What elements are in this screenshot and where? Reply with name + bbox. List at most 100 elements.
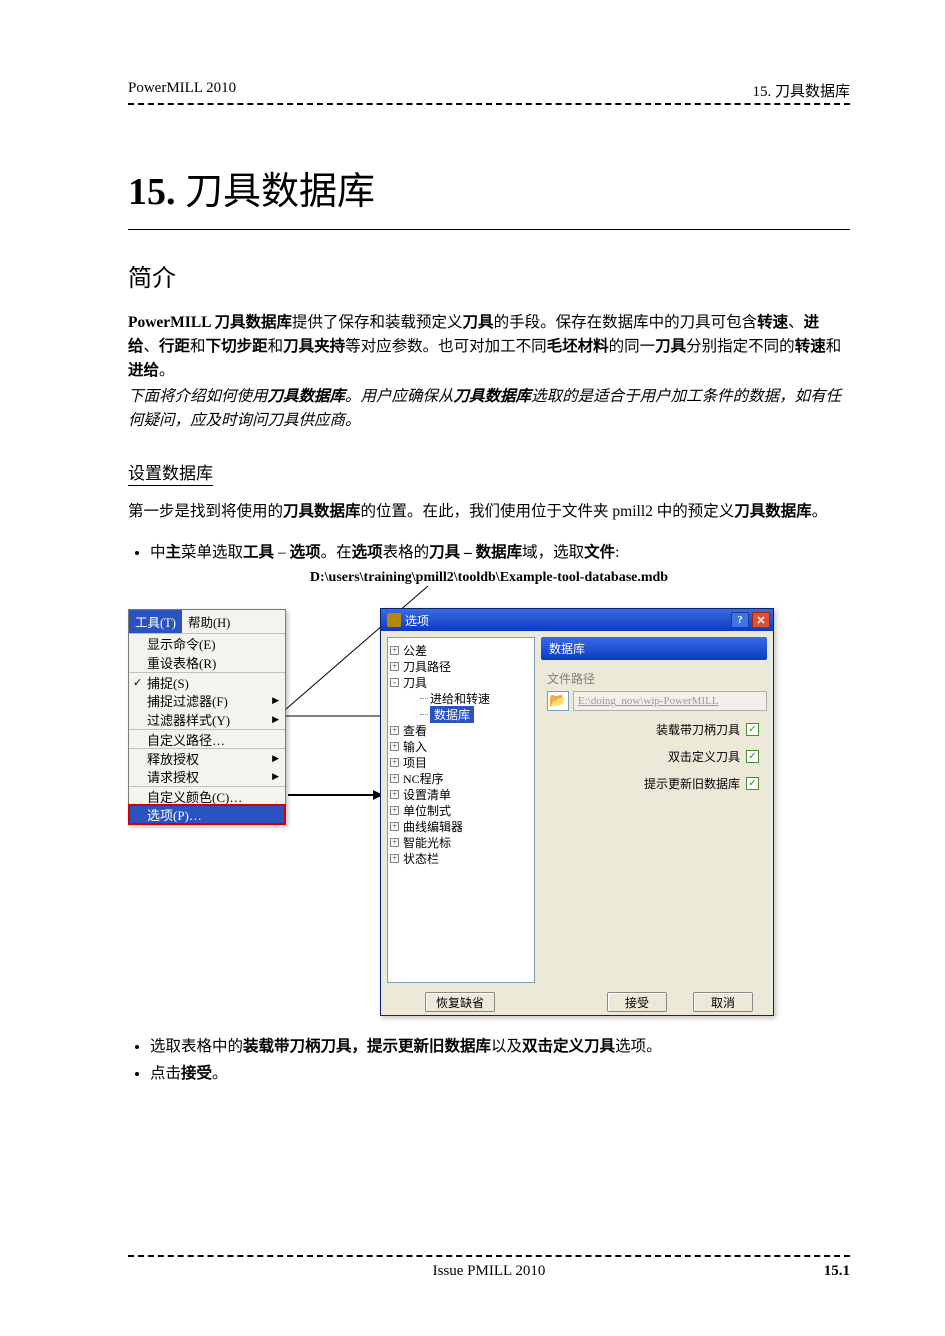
expand-icon[interactable]: + [390,854,399,863]
expand-icon[interactable]: + [390,758,399,767]
tree-item[interactable]: + 设置清单 [390,786,532,802]
reset-button[interactable]: 恢复缺省 [425,992,495,1012]
check-update-db[interactable]: 提示更新旧数据库 ✓ [541,775,759,792]
divider [128,229,850,230]
app-icon [387,613,401,627]
example-path: D:\users\training\pmill2\tooldb\Example-… [128,570,850,586]
submenu-arrow-icon: ▶ [272,753,279,764]
tree-item-label: 设置清单 [403,786,451,803]
tree-item-label: 进给和转速 [430,690,490,707]
menu-item-label: 过滤器样式(Y) [147,710,230,729]
tree-item[interactable]: + 曲线编辑器 [390,818,532,834]
help-button[interactable]: ? [731,612,749,628]
chapter-name: 刀具数据库 [185,171,375,213]
dialog-footer: 恢复缺省 接受 取消 [381,987,773,1017]
tree-item[interactable]: + 状态栏 [390,850,532,866]
page-header: PowerMILL 2010 15. 刀具数据库 [128,80,850,105]
tree-item[interactable]: +智能光标 [390,834,532,850]
footer-page-number: 15.1 [824,1263,850,1280]
tree-item[interactable]: + NC程序 [390,770,532,786]
menu-tab-help[interactable]: 帮助(H) [182,610,236,633]
tree-branch-icon [420,714,428,715]
setup-paragraph: 第一步是找到将使用的刀具数据库的位置。在此，我们使用位于文件夹 pmill2 中… [128,500,850,524]
expand-icon[interactable]: + [390,822,399,831]
menu-item-label: 释放授权 [147,749,199,768]
dialog-titlebar: 选项 ? ✕ [381,609,773,631]
tree-branch-icon [420,698,428,699]
bullet-step-2: 选取表格中的装载带刀柄刀具，提示更新旧数据库以及双击定义刀具选项。 [150,1034,850,1060]
tree-item[interactable]: + 刀具路径 [390,658,532,674]
menu-item[interactable]: 释放授权 ▶ [129,748,285,767]
menu-item[interactable]: 显示命令(E) [129,634,285,653]
menu-item-label: 选项(P)… [147,805,202,824]
tree-item[interactable]: +单位制式 [390,802,532,818]
expand-icon[interactable]: + [390,662,399,671]
tree-item[interactable]: 数据库 [390,706,532,722]
check-label-3: 提示更新旧数据库 [644,775,740,792]
tools-menu: 工具(T) 帮助(H) 显示命令(E)重设表格(R)捕捉(S)捕捉过滤器(F)▶… [128,609,286,825]
tree-item[interactable]: + 项目 [390,754,532,770]
tree-item[interactable]: -刀具 [390,674,532,690]
tree-item[interactable]: 进给和转速 [390,690,532,706]
tree-item[interactable]: + 公差 [390,642,532,658]
chapter-title: 15. 刀具数据库 [128,160,850,215]
footer-issue: Issue PMILL 2010 [433,1263,546,1280]
tree-item-label: 曲线编辑器 [403,818,463,835]
expand-icon[interactable]: + [390,726,399,735]
chapter-number: 15. [128,171,176,213]
expand-icon[interactable]: + [390,742,399,751]
menu-item-label: 自定义路径… [147,730,225,749]
expand-icon[interactable]: + [390,838,399,847]
tree-item[interactable]: + 输入 [390,738,532,754]
tree-item-label: NC程序 [403,770,444,787]
close-button[interactable]: ✕ [752,612,770,628]
options-content: 数据库 文件路径 📂 E:\doing_now\wip-PowerMILL 装载… [541,637,767,983]
options-tree[interactable]: +公差+刀具路径-刀具进给和转速数据库+查看+输入+项目+NC程序+设置清单+单… [387,637,535,983]
tree-item-label: 输入 [403,738,427,755]
expand-icon[interactable]: + [390,646,399,655]
accept-button[interactable]: 接受 [607,992,667,1012]
menu-item[interactable]: 自定义颜色(C)… [129,786,285,805]
section-intro: 简介 [128,258,850,293]
path-input[interactable]: E:\doing_now\wip-PowerMILL [573,691,767,711]
expand-icon[interactable]: + [390,774,399,783]
check-label-2: 双击定义刀具 [668,748,740,765]
menu-item[interactable]: 请求授权▶ [129,767,285,786]
check-dblclick-define[interactable]: 双击定义刀具 ✓ [541,748,759,765]
menu-item-label: 自定义颜色(C)… [147,787,242,806]
tree-item-label: 刀具路径 [403,658,451,675]
menu-item[interactable]: 自定义路径… [129,729,285,748]
cancel-button[interactable]: 取消 [693,992,753,1012]
group-header: 数据库 [541,637,767,660]
menu-item[interactable]: 选项(P)… [129,805,285,824]
menu-item-label: 请求授权 [147,767,199,786]
collapse-icon[interactable]: - [390,678,399,687]
checkbox-icon[interactable]: ✓ [746,777,759,790]
checkbox-icon[interactable]: ✓ [746,750,759,763]
menu-item[interactable]: 捕捉过滤器(F)▶ [129,691,285,710]
menu-item-label: 重设表格(R) [147,653,216,672]
menu-tab-tool[interactable]: 工具(T) [129,610,182,633]
tree-item-label: 公差 [403,642,427,659]
checkbox-icon[interactable]: ✓ [746,723,759,736]
intro-note: 下面将介绍如何使用刀具数据库。用户应确保从刀具数据库选取的是适合于用户加工条件的… [128,385,850,433]
menu-item-label: 捕捉过滤器(F) [147,691,228,710]
menu-item[interactable]: 过滤器样式(Y)▶ [129,710,285,729]
menu-item[interactable]: 捕捉(S) [129,672,285,691]
path-label: 文件路径 [547,670,767,687]
header-right: 15. 刀具数据库 [752,80,850,101]
tree-item-label: 状态栏 [403,850,439,867]
expand-icon[interactable]: + [390,790,399,799]
section-setup: 设置数据库 [128,459,850,484]
screenshot-area: 工具(T) 帮助(H) 显示命令(E)重设表格(R)捕捉(S)捕捉过滤器(F)▶… [128,594,850,1034]
tree-item-label: 项目 [403,754,427,771]
tree-item-label: 刀具 [403,674,427,691]
options-dialog: 选项 ? ✕ +公差+刀具路径-刀具进给和转速数据库+查看+输入+项目+NC程序… [380,608,774,1016]
check-load-tool[interactable]: 装载带刀柄刀具 ✓ [541,721,759,738]
menu-item[interactable]: 重设表格(R) [129,653,285,672]
browse-folder-button[interactable]: 📂 [547,691,569,711]
intro-paragraph: PowerMILL 刀具数据库提供了保存和装载预定义刀具的手段。保存在数据库中的… [128,311,850,383]
page-footer: Issue PMILL 2010 15.1 [128,1255,850,1280]
tree-item[interactable]: +查看 [390,722,532,738]
expand-icon[interactable]: + [390,806,399,815]
